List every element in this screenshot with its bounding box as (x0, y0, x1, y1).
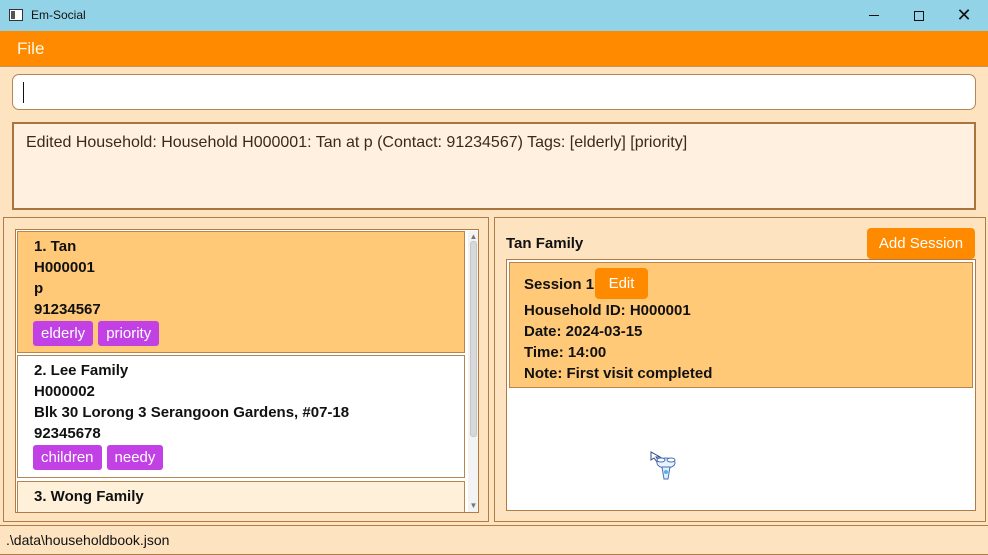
title-bar: Em-Social ✕ (0, 0, 988, 31)
household-detail-panel: Tan Family Add Session Session 1 Edit Ho… (494, 217, 986, 522)
text-caret (23, 82, 24, 103)
drag-cursor-icon (650, 451, 676, 480)
edit-session-button[interactable]: Edit (595, 268, 648, 299)
household-card[interactable]: 3. Wong Family (17, 481, 465, 512)
family-name: Tan Family (506, 235, 584, 252)
household-name: 3. Wong Family (34, 488, 144, 505)
household-list-panel: 1. Tan H000001 p 91234567 elderly priori… (3, 217, 489, 522)
command-input[interactable] (12, 74, 976, 110)
household-address: p (34, 280, 44, 297)
menu-bar: File (0, 31, 988, 66)
household-name: 1. Tan (34, 238, 77, 255)
minimize-icon (869, 15, 879, 16)
maximize-icon (914, 10, 924, 21)
tag-badge: needy (106, 445, 164, 470)
list-scrollbar[interactable]: ▲ ▼ (468, 231, 478, 512)
minimize-button[interactable] (851, 0, 897, 31)
household-list[interactable]: 1. Tan H000001 p 91234567 elderly priori… (15, 229, 479, 513)
result-message: Edited Household: Household H000001: Tan… (26, 134, 688, 151)
session-card[interactable]: Session 1 Edit Household ID: H000001 Dat… (509, 262, 973, 388)
household-id: H000002 (34, 383, 95, 400)
result-display: Edited Household: Household H000001: Tan… (12, 122, 976, 210)
data-file-path: .\data\householdbook.json (6, 532, 170, 548)
file-menu[interactable]: File (17, 39, 44, 59)
household-tags: children needy (33, 445, 164, 470)
household-id: H000001 (34, 259, 95, 276)
tag-badge: priority (98, 321, 160, 346)
household-address: Blk 30 Lorong 3 Serangoon Gardens, #07-1… (34, 404, 350, 421)
add-session-button[interactable]: Add Session (867, 228, 975, 259)
scroll-down-icon[interactable]: ▼ (469, 501, 478, 510)
session-list[interactable]: Session 1 Edit Household ID: H000001 Dat… (506, 259, 976, 511)
close-icon: ✕ (956, 4, 972, 26)
household-contact: 92345678 (34, 425, 101, 442)
household-card[interactable]: 2. Lee Family H000002 Blk 30 Lorong 3 Se… (17, 355, 465, 478)
household-card[interactable]: 1. Tan H000001 p 91234567 elderly priori… (17, 231, 465, 353)
maximize-button[interactable] (896, 0, 942, 31)
session-date: Date: 2024-03-15 (524, 323, 643, 340)
tag-badge: children (33, 445, 102, 470)
session-title: Session 1 (524, 276, 595, 293)
session-time: Time: 14:00 (524, 344, 607, 361)
household-tags: elderly priority (33, 321, 160, 346)
close-button[interactable]: ✕ (941, 0, 987, 31)
scroll-thumb[interactable] (470, 241, 477, 437)
session-note: Note: First visit completed (524, 365, 713, 382)
household-name: 2. Lee Family (34, 362, 129, 379)
window-title: Em-Social (31, 8, 86, 22)
command-area (0, 66, 988, 117)
session-household-id: Household ID: H000001 (524, 302, 691, 319)
scroll-up-icon[interactable]: ▲ (469, 232, 478, 241)
status-bar: .\data\householdbook.json (0, 525, 988, 555)
tag-badge: elderly (33, 321, 94, 346)
app-icon (9, 9, 23, 21)
household-contact: 91234567 (34, 301, 101, 318)
